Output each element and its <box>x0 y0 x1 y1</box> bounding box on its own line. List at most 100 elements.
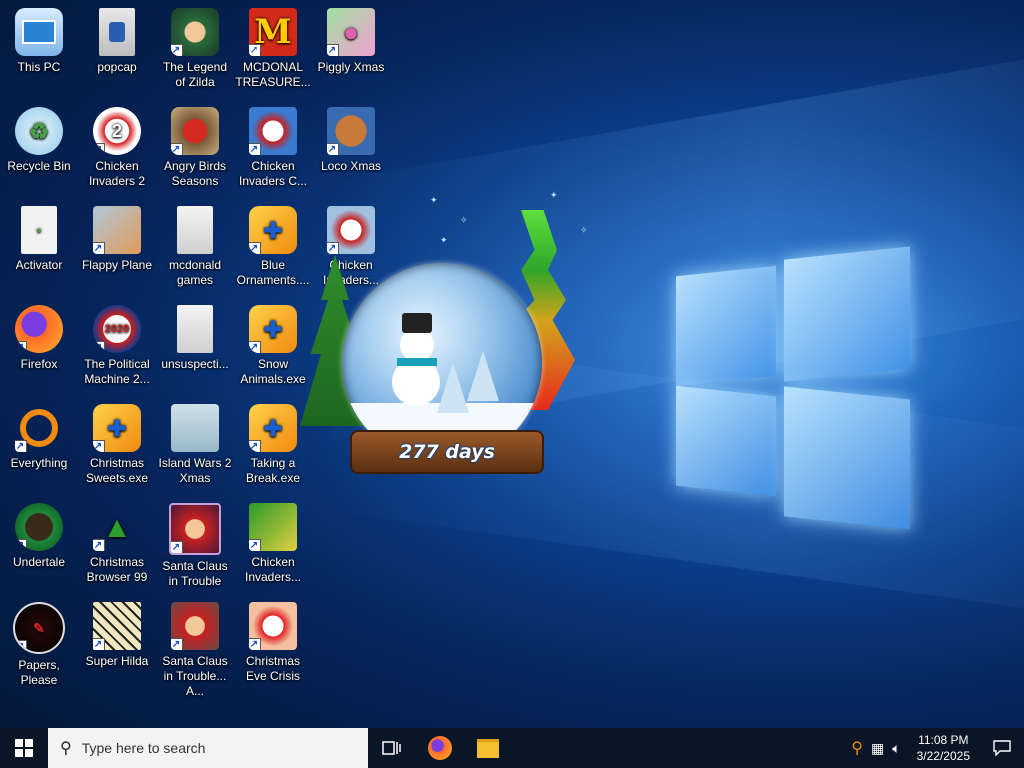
desktop-icon-political-machine[interactable]: 2020 ↗ The Political Machine 2... <box>78 301 156 387</box>
bear-icon: ↗ <box>327 107 375 155</box>
desktop-icon-firefox[interactable]: ↗ Firefox <box>0 301 78 372</box>
shortcut-arrow-icon: ↗ <box>249 539 261 551</box>
chicken-icon: 2 ↗ <box>93 107 141 155</box>
shortcut-arrow-icon: ↗ <box>249 143 261 155</box>
pine-tree-icon <box>437 363 469 413</box>
shortcut-arrow-icon: ↗ <box>249 44 261 56</box>
shortcut-arrow-icon: ↗ <box>15 440 27 452</box>
start-button[interactable] <box>0 728 48 768</box>
shortcut-arrow-icon: ↗ <box>93 440 105 452</box>
shortcut-arrow-icon: ↗ <box>171 143 183 155</box>
shortcut-arrow-icon: ↗ <box>327 143 339 155</box>
system-clock[interactable]: 11:08 PM 3/22/2025 <box>917 732 970 764</box>
recycle-bin-icon: ♻ <box>15 107 63 155</box>
desktop-icon-santa-claus-in-trouble-again[interactable]: ↗ Santa Claus in Trouble... A... <box>156 598 234 699</box>
file-icon: ▪ <box>21 206 57 254</box>
magnifier-icon: ↗ <box>15 404 63 452</box>
desktop-icon-loco-xmas[interactable]: ↗ Loco Xmas <box>312 103 390 174</box>
shortcut-arrow-icon: ↗ <box>15 640 27 652</box>
desktop-icon-angry-birds-seasons[interactable]: ↗ Angry Birds Seasons <box>156 103 234 189</box>
desktop-icon-this-pc[interactable]: This PC <box>0 4 78 75</box>
shortcut-arrow-icon: ↗ <box>93 341 105 353</box>
clock-time: 11:08 PM <box>918 733 969 747</box>
shortcut-arrow-icon: ↗ <box>93 143 105 155</box>
christmas-tree-icon: ▲ ↗ <box>93 503 141 551</box>
sparkle-icon: ✦ <box>440 235 448 245</box>
task-view-button[interactable] <box>368 728 416 768</box>
desktop-icon-activator[interactable]: ▪ Activator <box>0 202 78 273</box>
chicken-invaders-icon: ↗ <box>249 503 297 551</box>
countdown-label: 277 days <box>399 441 495 463</box>
shortcut-arrow-icon: ↗ <box>93 242 105 254</box>
super-hilda-icon: ↗ <box>93 602 141 650</box>
desktop-icon-popcap[interactable]: popcap <box>78 4 156 75</box>
zilda-icon: ↗ <box>171 8 219 56</box>
desktop-icon-mcdonald-games[interactable]: mcdonald games <box>156 202 234 288</box>
shortcut-arrow-icon: ↗ <box>249 638 261 650</box>
desktop-icon-christmas-eve-crisis[interactable]: ↗ Christmas Eve Crisis <box>234 598 312 684</box>
shortcut-arrow-icon: ↗ <box>249 341 261 353</box>
desktop-icon-recycle-bin[interactable]: ♻ Recycle Bin <box>0 103 78 174</box>
firefox-icon <box>428 736 452 760</box>
exe-puzzle-icon: ✚ ↗ <box>93 404 141 452</box>
desktop-icon-everything[interactable]: ↗ Everything <box>0 400 78 471</box>
windows-start-icon <box>15 739 33 757</box>
island-wars-icon <box>171 404 219 452</box>
sparkle-icon: ✦ <box>550 190 558 200</box>
notification-icon <box>993 740 1011 756</box>
snowman-icon: ↗ <box>249 107 297 155</box>
network-icon[interactable]: ▦ <box>871 740 884 757</box>
santa-icon: ↗ <box>249 602 297 650</box>
volume-icon[interactable]: 🔈︎ <box>892 740 900 757</box>
system-tray: ⚲ ▦ 🔈︎ 11:08 PM 3/22/2025 <box>851 728 1024 768</box>
taskbar-file-explorer-button[interactable] <box>464 728 512 768</box>
countdown-base: 277 days <box>350 430 544 474</box>
pine-tree-icon <box>467 351 499 401</box>
desktop-icon-flappy-plane[interactable]: ↗ Flappy Plane <box>78 202 156 273</box>
snowman-head <box>400 328 434 362</box>
angry-birds-icon: ↗ <box>171 107 219 155</box>
desktop-icon-unsuspecti[interactable]: unsuspecti... <box>156 301 234 372</box>
search-icon: ⚲ <box>60 740 72 757</box>
exe-puzzle-icon: ✚ ↗ <box>249 206 297 254</box>
flappy-plane-icon: ↗ <box>93 206 141 254</box>
shortcut-arrow-icon: ↗ <box>93 638 105 650</box>
sparkle-icon: ✦ <box>430 195 438 205</box>
scarf <box>397 358 437 366</box>
shortcut-arrow-icon: ↗ <box>327 44 339 56</box>
computer-icon <box>15 8 63 56</box>
shortcut-arrow-icon: ↗ <box>249 440 261 452</box>
desktop-icon-legend-of-zilda[interactable]: ↗ The Legend of Zilda <box>156 4 234 90</box>
desktop-icon-piggly-xmas[interactable]: ● ↗ Piggly Xmas <box>312 4 390 75</box>
desktop-icon-undertale[interactable]: ↗ Undertale <box>0 499 78 570</box>
taskbar-firefox-button[interactable] <box>416 728 464 768</box>
clock-date: 3/22/2025 <box>916 749 970 763</box>
desktop-icon-papers-please[interactable]: ✎ ↗ Papers, Please <box>0 598 78 688</box>
desktop-icon-christmas-sweets[interactable]: ✚ ↗ Christmas Sweets.exe <box>78 400 156 486</box>
sparkle-icon: ✧ <box>580 225 588 235</box>
pig-icon: ● ↗ <box>327 8 375 56</box>
santa-icon: ↗ <box>171 602 219 650</box>
sparkle-icon: ✧ <box>460 215 468 225</box>
desktop-icon-super-hilda[interactable]: ↗ Super Hilda <box>78 598 156 669</box>
desktop-icon-island-wars-2-xmas[interactable]: Island Wars 2 Xmas <box>156 400 234 486</box>
taskbar-search-box[interactable]: ⚲ Type here to search <box>48 728 368 768</box>
shortcut-arrow-icon: ↗ <box>171 541 183 553</box>
top-hat-icon <box>402 313 432 333</box>
everything-tray-icon[interactable]: ⚲ <box>851 738 863 758</box>
desktop-icon-santa-claus-in-trouble[interactable]: ↗ Santa Claus in Trouble <box>156 499 234 589</box>
snow-globe-countdown-gadget[interactable]: ✦ ✧ ✦ ✧ ✦ 277 days <box>300 185 600 485</box>
desktop-icon-chicken-invaders-2[interactable]: 2 ↗ Chicken Invaders 2 <box>78 103 156 189</box>
desktop-icon-chicken-invaders-green[interactable]: ↗ Chicken Invaders... <box>234 499 312 585</box>
folder-icon <box>177 206 213 254</box>
papers-please-icon: ✎ ↗ <box>13 602 65 654</box>
shortcut-arrow-icon: ↗ <box>15 341 27 353</box>
desktop-icon-christmas-browser-99[interactable]: ▲ ↗ Christmas Browser 99 <box>78 499 156 585</box>
notification-center-button[interactable] <box>980 728 1024 768</box>
folder-icon <box>99 8 135 56</box>
desktop-icon-mcdonal-treasure[interactable]: M ↗ MCDONAL TREASURE... <box>234 4 312 90</box>
task-view-icon <box>382 741 401 755</box>
taskbar: ⚲ Type here to search ⚲ ▦ 🔈︎ 11:08 PM 3/… <box>0 728 1024 768</box>
desktop-icon-chicken-invaders-c[interactable]: ↗ Chicken Invaders C... <box>234 103 312 189</box>
political-machine-icon: 2020 ↗ <box>93 305 141 353</box>
